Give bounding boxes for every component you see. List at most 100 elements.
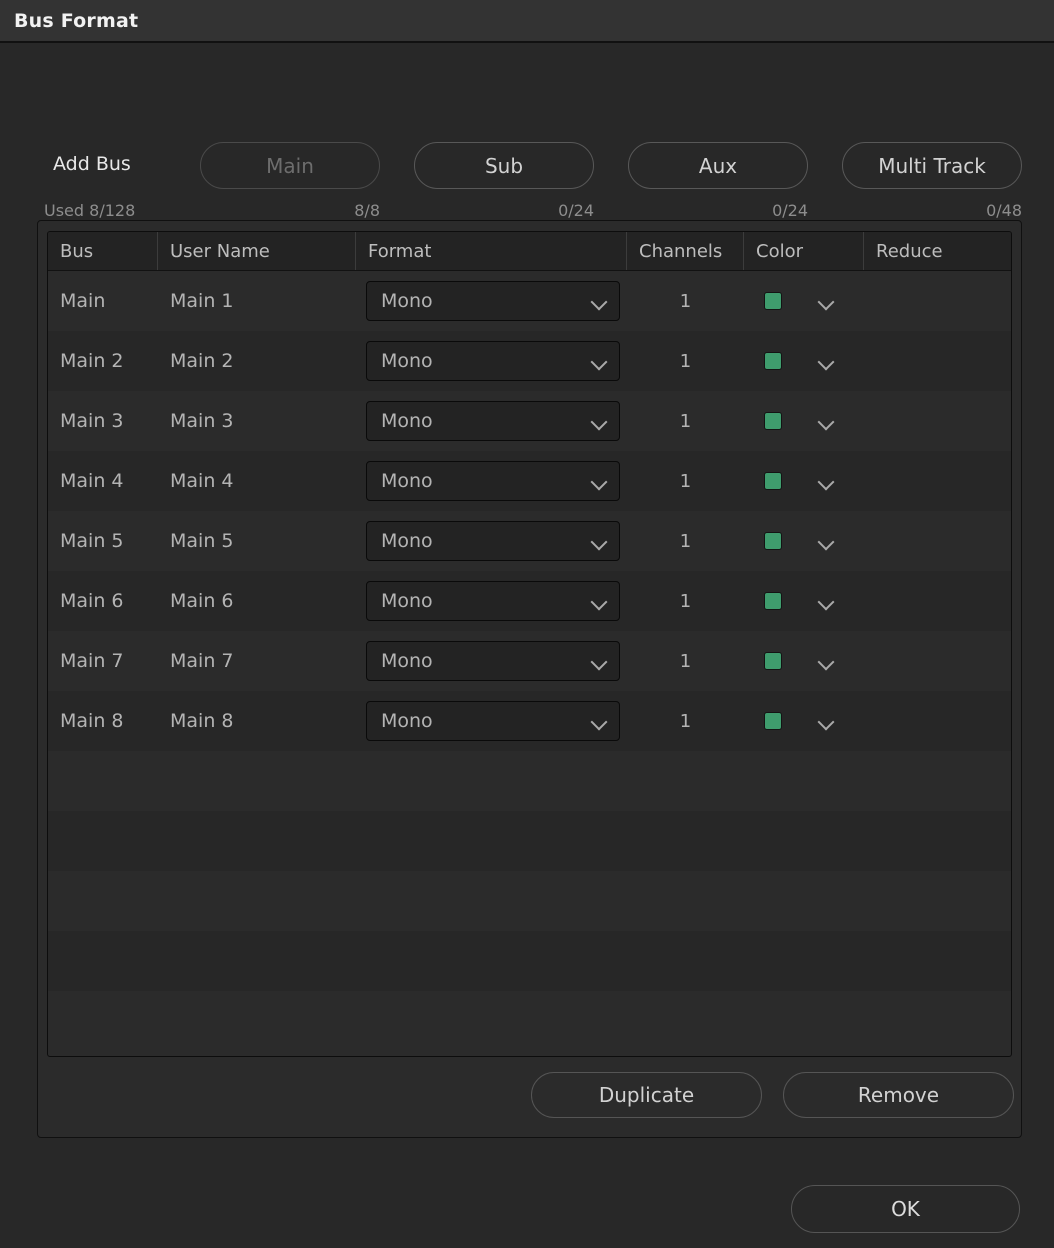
format-dropdown-value: Mono [381, 710, 433, 732]
cell-channels: 1 [679, 650, 692, 672]
color-swatch[interactable] [764, 412, 782, 430]
chevron-down-icon[interactable] [818, 656, 835, 666]
cell-format: Mono [356, 331, 627, 391]
cell-reduce[interactable] [864, 391, 1011, 451]
cell-user-name[interactable]: Main 4 [158, 451, 356, 511]
cell-color [744, 391, 864, 451]
add-bus-aux-count: 0/24 [772, 201, 808, 220]
cell-color [744, 451, 864, 511]
chevron-down-icon[interactable] [818, 356, 835, 366]
format-dropdown-value: Mono [381, 410, 433, 432]
table-empty-row[interactable] [48, 811, 1011, 871]
cell-reduce[interactable] [864, 331, 1011, 391]
color-swatch[interactable] [764, 472, 782, 490]
table-row[interactable]: Main 5 Main 5 Mono 1 [48, 511, 1011, 571]
format-dropdown-value: Mono [381, 530, 433, 552]
remove-button[interactable]: Remove [783, 1072, 1014, 1118]
table-header-row: Bus User Name Format Channels Color Reduce [48, 232, 1011, 271]
format-dropdown[interactable]: Mono [366, 581, 620, 621]
cell-format: Mono [356, 271, 627, 331]
cell-color [744, 331, 864, 391]
add-bus-multi-track-button[interactable]: Multi Track [842, 142, 1022, 189]
color-swatch[interactable] [764, 532, 782, 550]
column-header-color[interactable]: Color [744, 232, 864, 270]
ok-button[interactable]: OK [791, 1185, 1020, 1233]
table-empty-row[interactable] [48, 751, 1011, 811]
cell-bus: Main 2 [60, 350, 124, 372]
table-empty-row[interactable] [48, 931, 1011, 991]
cell-format: Mono [356, 691, 627, 751]
window-title: Bus Format [14, 9, 139, 32]
add-bus-aux-button[interactable]: Aux [628, 142, 808, 189]
chevron-down-icon[interactable] [818, 296, 835, 306]
format-dropdown[interactable]: Mono [366, 341, 620, 381]
cell-reduce[interactable] [864, 691, 1011, 751]
cell-color [744, 271, 864, 331]
cell-bus: Main 3 [60, 410, 124, 432]
table-row[interactable]: Main 4 Main 4 Mono 1 [48, 451, 1011, 511]
table-row[interactable]: Main 6 Main 6 Mono 1 [48, 571, 1011, 631]
cell-reduce[interactable] [864, 451, 1011, 511]
color-swatch[interactable] [764, 712, 782, 730]
cell-reduce[interactable] [864, 271, 1011, 331]
chevron-down-icon [591, 536, 608, 546]
cell-user-name[interactable]: Main 5 [158, 511, 356, 571]
cell-user-name[interactable]: Main 8 [158, 691, 356, 751]
cell-format: Mono [356, 511, 627, 571]
color-swatch[interactable] [764, 352, 782, 370]
cell-color [744, 511, 864, 571]
table-body: Main Main 1 Mono 1 Main 2 Main 2 Mono 1 Main 3 Ma… [48, 271, 1011, 1051]
cell-bus: Main 4 [60, 470, 124, 492]
cell-user-name[interactable]: Main 1 [158, 271, 356, 331]
format-dropdown[interactable]: Mono [366, 701, 620, 741]
chevron-down-icon[interactable] [818, 596, 835, 606]
column-header-reduce[interactable]: Reduce [864, 232, 1011, 270]
add-bus-sub-count: 0/24 [558, 201, 594, 220]
cell-user-name[interactable]: Main 7 [158, 631, 356, 691]
table-empty-row[interactable] [48, 871, 1011, 931]
cell-color [744, 691, 864, 751]
chevron-down-icon[interactable] [818, 416, 835, 426]
cell-channels: 1 [679, 350, 692, 372]
format-dropdown[interactable]: Mono [366, 401, 620, 441]
color-swatch[interactable] [764, 652, 782, 670]
column-header-bus[interactable]: Bus [48, 232, 158, 270]
column-header-channels[interactable]: Channels [627, 232, 744, 270]
table-row[interactable]: Main 3 Main 3 Mono 1 [48, 391, 1011, 451]
color-swatch[interactable] [764, 592, 782, 610]
format-dropdown[interactable]: Mono [366, 521, 620, 561]
table-empty-row[interactable] [48, 991, 1011, 1051]
table-row[interactable]: Main 2 Main 2 Mono 1 [48, 331, 1011, 391]
cell-channels: 1 [679, 470, 692, 492]
format-dropdown[interactable]: Mono [366, 461, 620, 501]
cell-reduce[interactable] [864, 631, 1011, 691]
table-row[interactable]: Main 7 Main 7 Mono 1 [48, 631, 1011, 691]
title-bar: Bus Format [0, 0, 1054, 43]
cell-user-name[interactable]: Main 6 [158, 571, 356, 631]
format-dropdown[interactable]: Mono [366, 641, 620, 681]
cell-channels: 1 [679, 590, 692, 612]
chevron-down-icon[interactable] [818, 476, 835, 486]
chevron-down-icon[interactable] [818, 716, 835, 726]
add-bus-sub-button[interactable]: Sub [414, 142, 594, 189]
duplicate-button[interactable]: Duplicate [531, 1072, 762, 1118]
cell-format: Mono [356, 391, 627, 451]
table-row[interactable]: Main Main 1 Mono 1 [48, 271, 1011, 331]
chevron-down-icon [591, 356, 608, 366]
column-header-user-name[interactable]: User Name [158, 232, 356, 270]
cell-user-name[interactable]: Main 3 [158, 391, 356, 451]
chevron-down-icon[interactable] [818, 536, 835, 546]
cell-channels: 1 [679, 710, 692, 732]
color-swatch[interactable] [764, 292, 782, 310]
cell-user-name[interactable]: Main 2 [158, 331, 356, 391]
cell-bus: Main 6 [60, 590, 124, 612]
format-dropdown[interactable]: Mono [366, 281, 620, 321]
cell-reduce[interactable] [864, 571, 1011, 631]
add-bus-main-button: Main [200, 142, 380, 189]
chevron-down-icon [591, 596, 608, 606]
column-header-format[interactable]: Format [356, 232, 627, 270]
chevron-down-icon [591, 656, 608, 666]
cell-reduce[interactable] [864, 511, 1011, 571]
table-row[interactable]: Main 8 Main 8 Mono 1 [48, 691, 1011, 751]
cell-bus: Main 7 [60, 650, 124, 672]
